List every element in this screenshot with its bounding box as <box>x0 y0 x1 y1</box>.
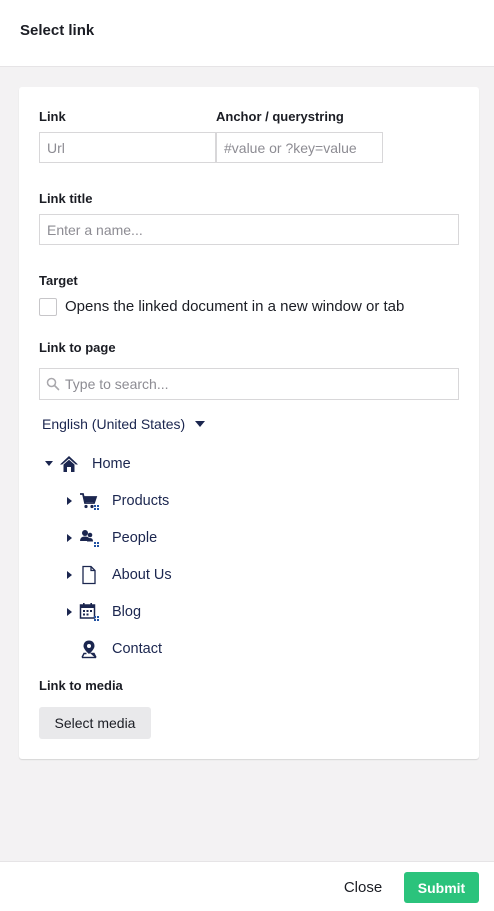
tree-item-people[interactable]: People <box>64 527 264 549</box>
culture-selector[interactable]: English (United States) <box>42 416 206 432</box>
link-title-input[interactable] <box>39 214 459 245</box>
expand-toggle-icon[interactable] <box>67 497 72 505</box>
culture-label: English (United States) <box>42 416 186 432</box>
people-icon <box>80 530 99 547</box>
home-icon <box>60 456 78 472</box>
new-window-checkbox[interactable] <box>39 298 57 316</box>
page-search-input[interactable] <box>39 368 459 400</box>
dialog-title: Select link <box>20 22 95 39</box>
tree-item-label: Products <box>112 493 170 509</box>
dialog-header: Select link <box>0 0 494 67</box>
link-to-page-label: Link to page <box>39 340 116 355</box>
new-window-checkbox-label[interactable]: Opens the linked document in a new windo… <box>65 298 404 315</box>
anchor-input[interactable] <box>216 132 383 163</box>
shopping-cart-icon <box>80 493 99 510</box>
calendar-icon <box>79 603 99 621</box>
search-icon <box>46 377 60 391</box>
submit-button[interactable]: Submit <box>404 872 479 903</box>
link-to-media-label: Link to media <box>39 678 123 693</box>
link-form-panel: Link Anchor / querystring Link title Tar… <box>19 87 479 759</box>
close-button[interactable]: Close <box>335 873 391 901</box>
expand-toggle-icon[interactable] <box>67 534 72 542</box>
page-search <box>39 368 459 400</box>
link-label: Link <box>39 109 66 124</box>
target-label: Target <box>39 273 78 288</box>
tree-item-home[interactable]: Home <box>44 453 244 475</box>
tree-item-label: Home <box>92 456 131 472</box>
tree-item-blog[interactable]: Blog <box>64 601 264 623</box>
tree-item-label: Blog <box>112 604 142 620</box>
tree-item-products[interactable]: Products <box>64 490 264 512</box>
document-icon <box>82 565 96 585</box>
link-title-label: Link title <box>39 191 93 206</box>
expand-toggle-icon[interactable] <box>45 461 53 466</box>
url-input[interactable] <box>39 132 216 163</box>
tree-item-label: About Us <box>112 567 172 583</box>
map-pin-icon <box>81 640 97 659</box>
tree-item-label: Contact <box>112 641 162 657</box>
tree-item-contact[interactable]: Contact <box>64 638 264 660</box>
select-media-button[interactable]: Select media <box>39 707 151 739</box>
tree-item-about-us[interactable]: About Us <box>64 564 264 586</box>
tree-item-label: People <box>112 530 158 546</box>
chevron-down-icon <box>195 421 206 427</box>
expand-toggle-icon[interactable] <box>67 608 72 616</box>
dialog-footer: Close Submit <box>0 861 494 911</box>
anchor-label: Anchor / querystring <box>216 109 344 124</box>
expand-toggle-icon[interactable] <box>67 571 72 579</box>
